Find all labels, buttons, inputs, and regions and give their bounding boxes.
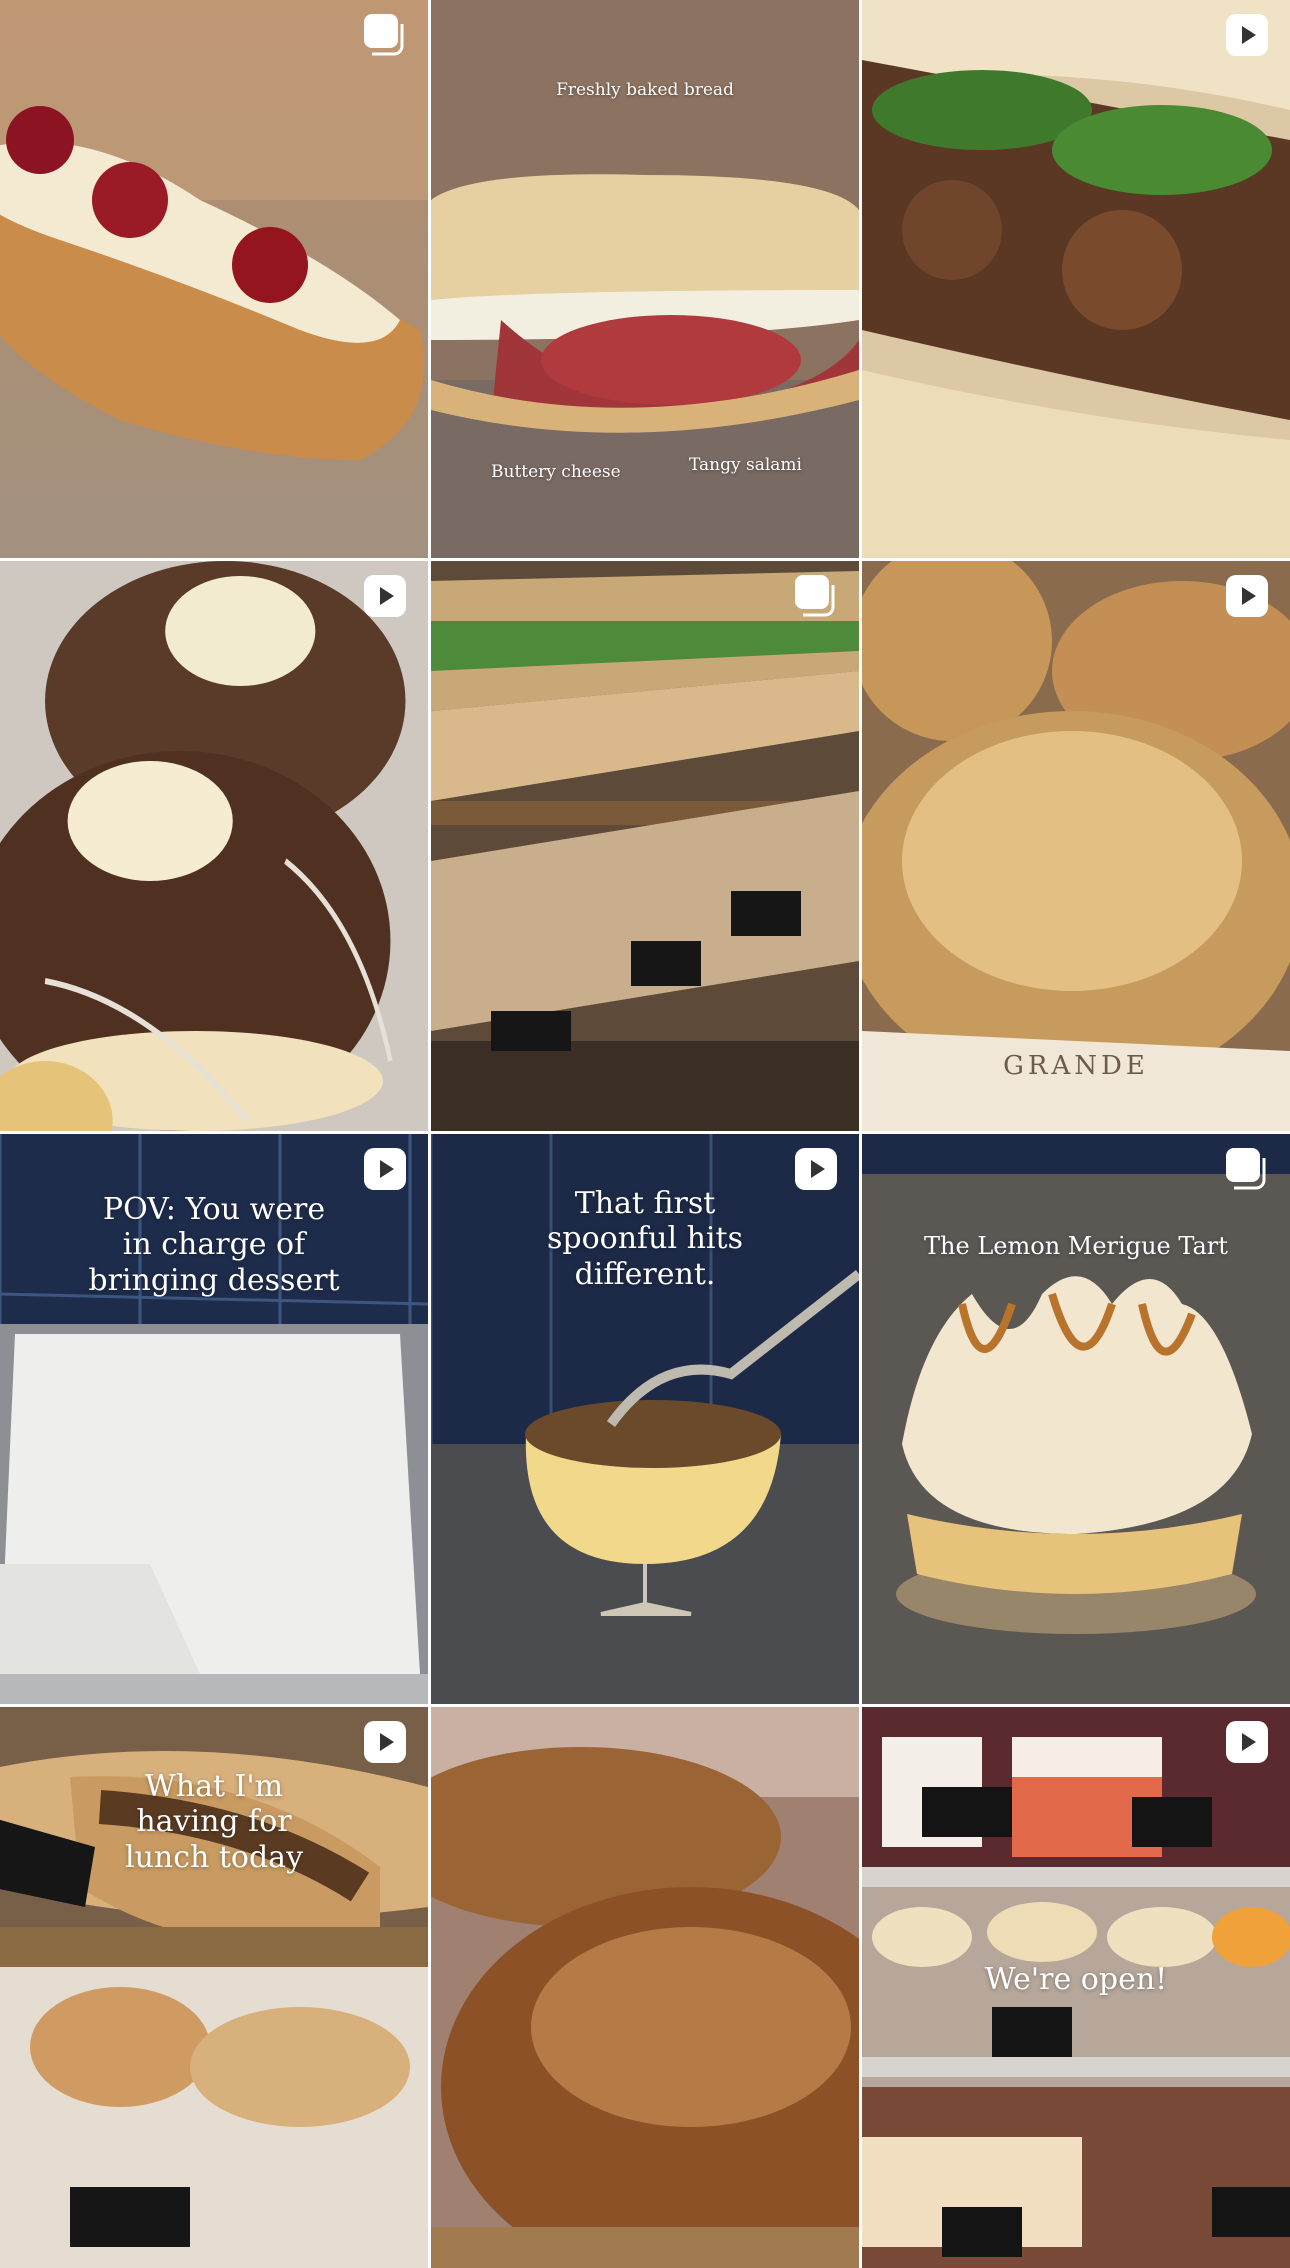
annotation-bread: Freshly baked bread bbox=[556, 80, 734, 100]
lemon-tart-photo bbox=[862, 1134, 1290, 1704]
play-icon bbox=[362, 1146, 408, 1192]
post-tile-banh-mi-closeup[interactable] bbox=[862, 0, 1290, 558]
eclair-photo bbox=[0, 0, 428, 558]
sourdough-photo bbox=[431, 1707, 859, 2268]
post-tile-tiramisu-cup[interactable]: That first spoonful hits different. bbox=[431, 1134, 859, 1704]
post-tile-donuts[interactable] bbox=[0, 561, 428, 1131]
carousel-icon bbox=[793, 573, 839, 619]
post-caption: The Lemon Merigue Tart bbox=[924, 1232, 1228, 1260]
post-tile-lemon-tart[interactable]: The Lemon Merigue Tart bbox=[862, 1134, 1290, 1704]
almond-croissant-photo bbox=[862, 561, 1290, 1131]
bakery-logo-text: GRANDE bbox=[1003, 1051, 1149, 1081]
play-icon bbox=[1224, 573, 1270, 619]
sandwich-display-photo bbox=[431, 561, 859, 1131]
reel-caption: We're open! bbox=[984, 1962, 1168, 1997]
post-tile-lunch-banh-mi[interactable]: What I'm having for lunch today bbox=[0, 1707, 428, 2268]
post-tile-cake-cabinet[interactable]: We're open! bbox=[862, 1707, 1290, 2268]
post-tile-almond-croissant[interactable]: GRANDE bbox=[862, 561, 1290, 1131]
post-tile-dessert-box[interactable]: POV: You were in charge of bringing dess… bbox=[0, 1134, 428, 1704]
post-tile-eclair[interactable] bbox=[0, 0, 428, 558]
annotation-salami: Tangy salami bbox=[689, 455, 802, 475]
play-icon bbox=[362, 573, 408, 619]
play-icon bbox=[793, 1146, 839, 1192]
reel-caption: POV: You were in charge of bringing dess… bbox=[88, 1192, 340, 1298]
carousel-icon bbox=[362, 12, 408, 58]
annotation-cheese: Buttery cheese bbox=[491, 462, 621, 482]
reel-caption: That first spoonful hits different. bbox=[547, 1186, 743, 1292]
banh-mi-closeup-photo bbox=[862, 0, 1290, 558]
play-icon bbox=[1224, 12, 1270, 58]
profile-post-grid: Freshly baked bread Buttery cheese Tangy… bbox=[0, 0, 1290, 2268]
reel-caption: What I'm having for lunch today bbox=[124, 1769, 304, 1875]
post-tile-sandwich-display[interactable] bbox=[431, 561, 859, 1131]
carousel-icon bbox=[1224, 1146, 1270, 1192]
play-icon bbox=[362, 1719, 408, 1765]
post-tile-sourdough[interactable] bbox=[431, 1707, 859, 2268]
donuts-photo bbox=[0, 561, 428, 1131]
play-icon bbox=[1224, 1719, 1270, 1765]
post-tile-focaccia-sandwich[interactable]: Freshly baked bread Buttery cheese Tangy… bbox=[431, 0, 859, 558]
